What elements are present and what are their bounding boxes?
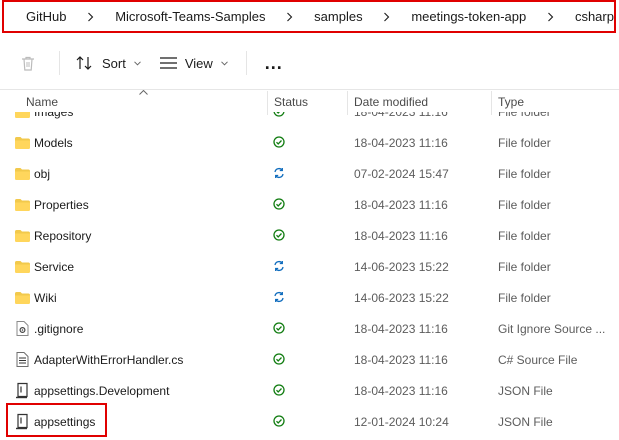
- date-modified: 18-04-2023 11:16: [354, 135, 448, 150]
- sync-pending-icon: [273, 260, 285, 272]
- file-row[interactable]: appsettings.Development 18-04-2023 11:16 J…: [0, 375, 619, 406]
- date-modified: 18-04-2023 11:16: [354, 383, 448, 398]
- breadcrumb-item[interactable]: Microsoft-Teams-Samples: [115, 9, 265, 24]
- file-type: File folder: [498, 197, 551, 212]
- file-row[interactable]: obj 07-02-2024 15:47 File folder: [0, 158, 619, 189]
- toolbar-separator: [0, 89, 619, 90]
- file-list: Images 18-04-2023 11:16 File folder Models 1…: [0, 112, 619, 440]
- folder-icon: [14, 289, 31, 306]
- sync-complete-icon: [273, 229, 285, 241]
- file-type: File folder: [498, 290, 551, 305]
- json-file-icon: [14, 382, 31, 399]
- breadcrumb: GitHub Microsoft-Teams-Samples samples meet…: [2, 0, 616, 33]
- chevron-right-icon[interactable]: [363, 12, 412, 22]
- file-row[interactable]: appsettings 12-01-2024 10:24 JSON File: [0, 403, 619, 437]
- file-name: Wiki: [34, 290, 57, 305]
- breadcrumb-item[interactable]: samples: [314, 9, 362, 24]
- sync-complete-icon: [273, 198, 285, 210]
- file-type: File folder: [498, 112, 619, 127]
- more-icon: ...: [264, 52, 283, 73]
- sync-complete-icon: [273, 415, 285, 427]
- sort-ascending-icon: [139, 90, 148, 95]
- sync-complete-icon: [273, 353, 285, 365]
- date-modified: 18-04-2023 11:16: [354, 112, 489, 127]
- gear-file-icon: [14, 320, 31, 337]
- view-button[interactable]: View: [159, 47, 228, 79]
- view-label: View: [184, 55, 213, 71]
- file-row[interactable]: Images 18-04-2023 11:16 File folder: [0, 112, 619, 127]
- delete-button[interactable]: [20, 47, 40, 79]
- file-name: Repository: [34, 228, 92, 243]
- file-name: appsettings.Development: [34, 383, 170, 398]
- toolbar-divider: [59, 51, 60, 75]
- chevron-down-icon: [133, 60, 141, 66]
- file-type: Git Ignore Source ...: [498, 321, 606, 336]
- sync-complete-icon: [273, 112, 285, 117]
- more-options-button[interactable]: ...: [265, 47, 283, 79]
- file-type: JSON File: [498, 383, 553, 398]
- folder-icon: [14, 165, 31, 182]
- folder-icon: [14, 134, 31, 151]
- file-type: File folder: [498, 166, 551, 181]
- file-row[interactable]: Properties 18-04-2023 11:16 File folder: [0, 189, 619, 220]
- view-icon: [159, 57, 177, 69]
- trash-icon: [22, 56, 34, 71]
- date-modified: 18-04-2023 11:16: [354, 197, 448, 212]
- chevron-right-icon[interactable]: [526, 12, 575, 22]
- column-header-status[interactable]: Status: [274, 95, 308, 113]
- sync-complete-icon: [273, 384, 285, 396]
- file-type: C# Source File: [498, 352, 578, 367]
- sort-icon: [76, 56, 92, 70]
- file-name: .gitignore: [34, 321, 84, 336]
- file-name: Service: [34, 259, 75, 274]
- text-file-icon: [14, 351, 31, 368]
- date-modified: 12-01-2024 10:24: [354, 414, 449, 429]
- sync-complete-icon: [273, 322, 285, 334]
- sort-button[interactable]: Sort: [76, 47, 141, 79]
- file-name: Models: [34, 135, 73, 150]
- sort-label: Sort: [102, 55, 126, 71]
- file-type: File folder: [498, 228, 551, 243]
- folder-icon: [14, 227, 31, 244]
- date-modified: 18-04-2023 11:16: [354, 321, 448, 336]
- date-modified: 18-04-2023 11:16: [354, 228, 448, 243]
- date-modified: 14-06-2023 15:22: [354, 259, 449, 274]
- file-row[interactable]: Service 14-06-2023 15:22 File folder: [0, 251, 619, 282]
- file-name: Images: [34, 112, 264, 127]
- date-modified: 18-04-2023 11:16: [354, 352, 448, 367]
- highlight-annotation: [6, 403, 107, 437]
- breadcrumb-item[interactable]: meetings-token-app: [411, 9, 526, 24]
- file-name: Properties: [34, 197, 89, 212]
- toolbar-divider: [245, 51, 247, 75]
- breadcrumb-item[interactable]: GitHub: [26, 9, 66, 24]
- file-row[interactable]: Models 18-04-2023 11:16 File folder: [0, 127, 619, 158]
- file-row[interactable]: .gitignore 18-04-2023 11:16 Git Ignore Sou…: [0, 313, 619, 344]
- sync-pending-icon: [273, 167, 285, 179]
- column-header-name[interactable]: Name: [26, 95, 58, 113]
- file-row[interactable]: Repository 18-04-2023 11:16 File folder: [0, 220, 619, 251]
- sync-pending-icon: [273, 291, 285, 303]
- folder-icon: [14, 258, 31, 275]
- file-row[interactable]: Wiki 14-06-2023 15:22 File folder: [0, 282, 619, 313]
- file-name: obj: [34, 166, 51, 181]
- date-modified: 07-02-2024 15:47: [354, 166, 449, 181]
- folder-icon: [14, 112, 31, 120]
- column-header-date-modified[interactable]: Date modified: [354, 95, 428, 113]
- sync-complete-icon: [273, 136, 285, 148]
- breadcrumb-item[interactable]: csharp: [575, 9, 614, 24]
- file-row[interactable]: AdapterWithErrorHandler.cs 18-04-2023 11:…: [0, 344, 619, 375]
- chevron-down-icon: [220, 60, 228, 66]
- command-bar: Sort View ...: [0, 42, 619, 84]
- chevron-right-icon[interactable]: [66, 12, 115, 22]
- folder-icon: [14, 196, 31, 213]
- file-type: File folder: [498, 259, 551, 274]
- file-type: JSON File: [498, 414, 553, 429]
- date-modified: 14-06-2023 15:22: [354, 290, 449, 305]
- chevron-right-icon[interactable]: [265, 12, 314, 22]
- column-header-type[interactable]: Type: [498, 95, 524, 113]
- file-type: File folder: [498, 135, 551, 150]
- file-name: AdapterWithErrorHandler.cs: [34, 352, 184, 367]
